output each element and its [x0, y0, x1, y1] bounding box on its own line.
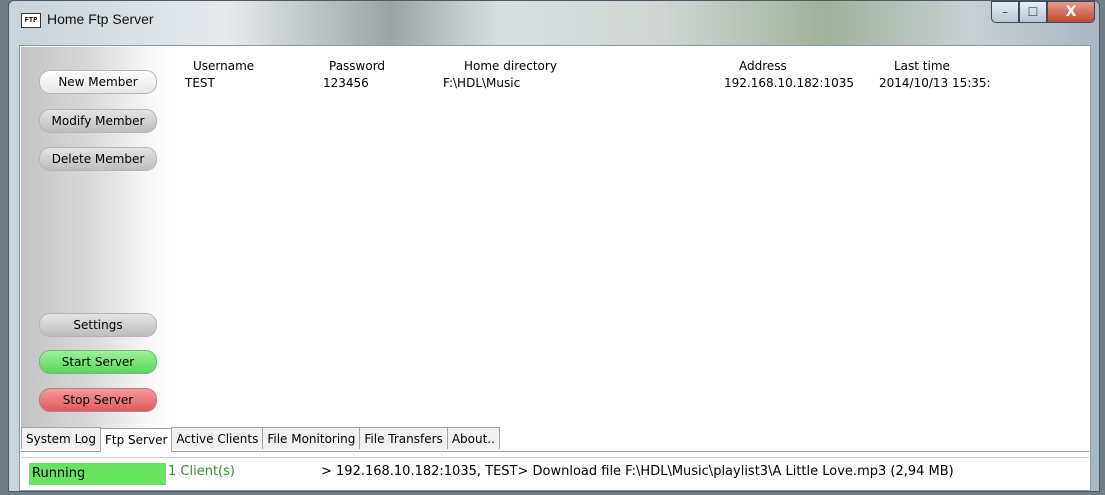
tab-divider [21, 451, 1089, 452]
maximize-button[interactable]: ☐ [1019, 1, 1047, 23]
client-area: New Member Modify Member Delete Member S… [19, 45, 1091, 491]
new-member-button[interactable]: New Member [39, 70, 157, 94]
column-header-password[interactable]: Password [329, 59, 385, 73]
column-header-username[interactable]: Username [193, 59, 254, 73]
tab-about[interactable]: About.. [446, 427, 500, 449]
member-actions-panel: New Member Modify Member Delete Member S… [21, 47, 171, 431]
tab-active-clients[interactable]: Active Clients [171, 427, 264, 449]
app-window: FTP Home Ftp Server – ☐ X New Member Mod… [8, 0, 1100, 492]
column-header-home-directory[interactable]: Home directory [464, 59, 557, 73]
tab-file-monitoring[interactable]: File Monitoring [262, 427, 361, 449]
cell-password: 123456 [323, 76, 369, 90]
maximize-icon: ☐ [1027, 5, 1039, 19]
tab-system-log[interactable]: System Log [21, 427, 101, 449]
settings-button[interactable]: Settings [39, 313, 157, 337]
cell-last-time: 2014/10/13 15:35: [879, 76, 991, 90]
close-icon: X [1065, 4, 1077, 20]
table-row[interactable]: TEST 123456 F:\HDL\Music 192.168.10.182:… [173, 76, 1089, 92]
modify-member-button[interactable]: Modify Member [39, 109, 157, 133]
minimize-icon: – [1002, 5, 1008, 19]
tab-strip: System Log Ftp Server Active Clients Fil… [21, 427, 500, 452]
minimize-button[interactable]: – [991, 1, 1019, 23]
status-log-message: > 192.168.10.182:1035, TEST> Download fi… [321, 464, 954, 479]
cell-address: 192.168.10.182:1035 [724, 76, 855, 90]
tab-ftp-server[interactable]: Ftp Server [100, 428, 173, 452]
stop-server-button[interactable]: Stop Server [39, 388, 157, 412]
window-controls: – ☐ X [991, 1, 1095, 23]
title-bar[interactable]: FTP Home Ftp Server – ☐ X [9, 1, 1099, 43]
tab-file-transfers[interactable]: File Transfers [359, 427, 448, 449]
close-button[interactable]: X [1047, 1, 1095, 23]
status-bar: Running 1 Client(s) > 192.168.10.182:103… [21, 457, 1089, 490]
table-header: Username Password Home directory Address… [173, 59, 1089, 74]
client-count: 1 Client(s) [168, 464, 235, 479]
cell-home-directory: F:\HDL\Music [443, 76, 521, 90]
server-status-indicator: Running [29, 463, 166, 485]
column-header-address[interactable]: Address [739, 59, 787, 73]
start-server-button[interactable]: Start Server [39, 350, 157, 374]
window-title: Home Ftp Server [47, 11, 154, 27]
column-header-last-time[interactable]: Last time [894, 59, 950, 73]
members-table: Username Password Home directory Address… [173, 47, 1089, 431]
ftp-app-icon: FTP [21, 13, 41, 28]
delete-member-button[interactable]: Delete Member [39, 147, 157, 171]
cell-username: TEST [185, 76, 215, 90]
